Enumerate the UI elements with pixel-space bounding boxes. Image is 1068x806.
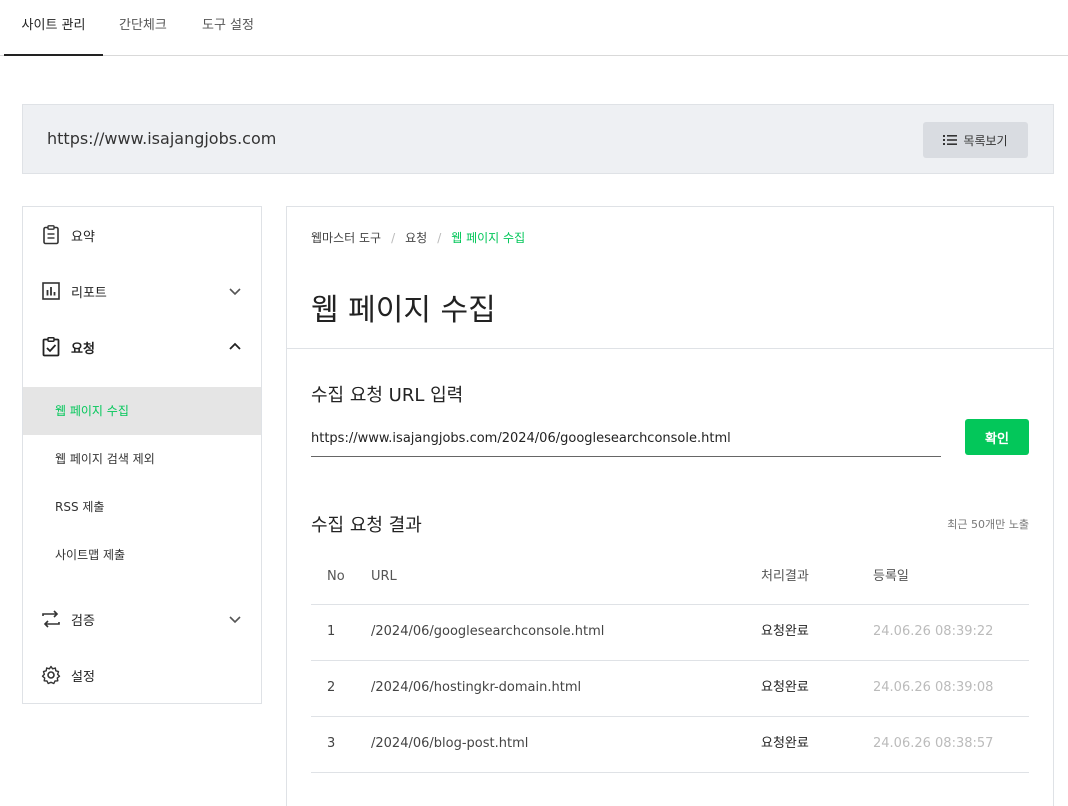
sidebar-item-label: 요청 <box>71 341 95 357</box>
sidebar-item-label: 요약 <box>71 229 95 245</box>
confirm-button[interactable]: 확인 <box>965 419 1029 455</box>
tab-tool-settings[interactable]: 도구 설정 <box>202 0 254 56</box>
list-icon <box>943 135 958 145</box>
sidebar-sub-label: 사이트맵 제출 <box>55 548 126 562</box>
table-row: 1 /2024/06/googlesearchconsole.html 요청완료… <box>311 605 1029 661</box>
row-result: 요청완료 <box>761 736 809 751</box>
top-nav: 사이트 관리 간단체크 도구 설정 <box>0 0 1068 56</box>
page-title: 웹 페이지 수집 <box>311 293 496 328</box>
bar-chart-icon <box>42 282 60 300</box>
site-url: https://www.isajangjobs.com <box>47 129 277 148</box>
sidebar-sub-label: RSS 제출 <box>55 500 105 514</box>
sidebar-sub-label: 웹 페이지 수집 <box>55 404 129 418</box>
header-result: 처리결과 <box>761 569 809 584</box>
sidebar-item-label: 검증 <box>71 613 95 629</box>
breadcrumb: 웹마스터 도구 / 요청 / 웹 페이지 수집 <box>311 231 526 245</box>
sidebar-item-request[interactable]: 요청 <box>23 325 261 369</box>
sidebar-sub-exclude-page[interactable]: 웹 페이지 검색 제외 <box>23 435 261 483</box>
row-no: 2 <box>327 680 336 695</box>
sidebar: 요약 리포트 요청 웹 페이지 수집 웹 페이지 검색 제외 RSS 제출 사이… <box>22 206 262 704</box>
row-date: 24.06.26 08:38:57 <box>873 736 994 751</box>
sidebar-item-summary[interactable]: 요약 <box>23 213 261 257</box>
row-date: 24.06.26 08:39:08 <box>873 680 994 695</box>
table-header: No URL 처리결과 등록일 <box>311 550 1029 605</box>
table-row: 2 /2024/06/hostingkr-domain.html 요청완료 24… <box>311 661 1029 717</box>
gear-icon <box>41 665 61 685</box>
row-result: 요청완료 <box>761 624 809 639</box>
result-table: No URL 처리결과 등록일 1 /2024/06/googlesearchc… <box>311 550 1029 773</box>
chevron-down-icon <box>229 616 241 624</box>
row-result: 요청완료 <box>761 680 809 695</box>
sidebar-sub-sitemap[interactable]: 사이트맵 제출 <box>23 531 261 579</box>
result-section-title: 수집 요청 결과 <box>311 515 422 536</box>
result-note: 최근 50개만 노출 <box>947 518 1029 531</box>
list-view-label: 목록보기 <box>963 133 1008 148</box>
table-row: 3 /2024/06/blog-post.html 요청완료 24.06.26 … <box>311 717 1029 773</box>
chevron-down-icon <box>229 288 241 296</box>
sidebar-item-label: 설정 <box>71 669 95 685</box>
clipboard-icon <box>43 225 59 245</box>
chevron-up-icon <box>229 342 241 350</box>
breadcrumb-current: 웹 페이지 수집 <box>451 231 526 245</box>
tab-quick-check[interactable]: 간단체크 <box>119 0 167 56</box>
repeat-icon <box>42 610 60 628</box>
row-no: 3 <box>327 736 336 751</box>
site-bar: https://www.isajangjobs.com 목록보기 <box>22 104 1054 174</box>
sidebar-sub-label: 웹 페이지 검색 제외 <box>55 452 155 466</box>
header-url: URL <box>371 569 397 584</box>
sidebar-item-label: 리포트 <box>71 285 107 301</box>
list-view-button[interactable]: 목록보기 <box>923 122 1028 158</box>
row-url: /2024/06/googlesearchconsole.html <box>371 624 605 639</box>
header-date: 등록일 <box>873 569 909 584</box>
url-input[interactable] <box>311 421 941 457</box>
url-input-section-title: 수집 요청 URL 입력 <box>311 385 464 406</box>
main-panel: 웹마스터 도구 / 요청 / 웹 페이지 수집 웹 페이지 수집 수집 요청 URL 입… <box>286 206 1054 806</box>
breadcrumb-item[interactable]: 웹마스터 도구 <box>311 231 381 245</box>
divider <box>287 348 1053 349</box>
sidebar-sub-crawl-page[interactable]: 웹 페이지 수집 <box>23 387 261 435</box>
sidebar-sub-rss[interactable]: RSS 제출 <box>23 483 261 531</box>
row-url: /2024/06/hostingkr-domain.html <box>371 680 582 695</box>
row-date: 24.06.26 08:39:22 <box>873 624 994 639</box>
row-no: 1 <box>327 624 336 639</box>
sidebar-item-settings[interactable]: 설정 <box>23 653 261 697</box>
row-url: /2024/06/blog-post.html <box>371 736 529 751</box>
tab-site-management[interactable]: 사이트 관리 <box>4 0 103 56</box>
sidebar-item-verify[interactable]: 검증 <box>23 597 261 641</box>
clipboard-check-icon <box>42 337 60 357</box>
header-no: No <box>327 569 345 584</box>
sidebar-item-report[interactable]: 리포트 <box>23 269 261 313</box>
breadcrumb-item[interactable]: 요청 <box>405 231 427 245</box>
